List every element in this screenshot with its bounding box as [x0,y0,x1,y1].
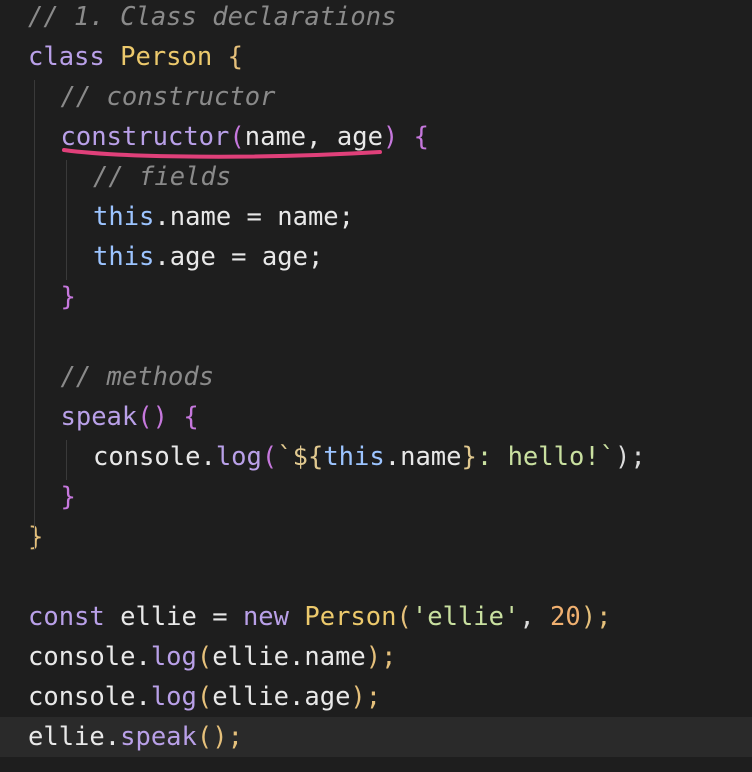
code-token: // constructor [60,82,276,112]
code-token: ellie. [28,722,121,752]
code-token: } [60,482,76,512]
code-token: // methods [60,362,215,392]
code-token: // fields [93,162,232,192]
code-token: .name = name; [154,202,355,232]
indent-guide [34,80,35,550]
code-token: speak [120,722,197,752]
code-token: const [28,602,121,632]
code-token: 20 [550,602,581,632]
code-line[interactable]: const ellie = new Person('ellie', 20); [0,597,752,637]
code-line-text: // methods [61,357,215,397]
code-token: Person [304,602,397,632]
code-token: .name [384,442,462,472]
code-token: (); [196,722,243,752]
code-token: } [461,442,477,472]
code-line[interactable]: class Person { [0,37,752,77]
code-token: class [28,42,121,72]
code-token: // 1. Class declarations [28,2,397,32]
code-token: log [150,682,197,712]
code-line[interactable]: // methods [0,357,752,397]
code-line-text: } [61,477,76,517]
code-editor[interactable]: ellie.speak(); console.log(ellie.age); con… [0,0,752,772]
code-line-text: const ellie = new Person('ellie', 20); [28,597,611,637]
code-line[interactable]: console.log(ellie.name); [0,637,752,677]
code-token: console. [28,642,151,672]
code-token: ellie.name [212,642,366,672]
code-line[interactable]: ellie.speak(); [0,717,752,757]
code-line[interactable]: console.log(`${this.name}: hello!`); [0,437,752,477]
code-token: ellie.age [212,682,351,712]
code-line[interactable]: console.log(ellie.age); [0,677,752,717]
indent-guide [66,440,67,480]
code-token: ellie = [120,602,243,632]
code-line[interactable]: } [0,477,752,517]
code-line-text: // fields [93,157,231,197]
code-token: ); [350,682,382,712]
code-token: console. [28,682,151,712]
code-token: ); [615,442,646,472]
code-line-text: console.log(ellie.name); [28,637,397,677]
code-line[interactable]: } [0,277,752,317]
code-line-text: } [61,277,76,317]
code-token: .age = age; [154,242,324,272]
code-token: () [137,402,168,432]
code-token: log [150,642,197,672]
code-line-text: // 1. Class declarations [28,0,396,37]
code-line[interactable]: this.name = name; [0,197,752,237]
code-token: this [93,202,155,232]
code-line-text: // constructor [61,77,276,117]
code-line-text: class Person { [28,37,243,77]
code-line[interactable] [0,557,752,597]
code-token: Person [120,42,213,72]
code-line-text: } [28,517,43,557]
code-token: , [519,602,551,632]
code-line-text: speak() { [61,397,199,437]
code-line[interactable]: this.age = age; [0,237,752,277]
code-line[interactable]: // fields [0,157,752,197]
code-token: 'ellie' [411,602,520,632]
code-token: ) [382,122,399,152]
underline-annotation [62,148,382,159]
code-token: { [398,122,429,152]
code-token: ( [396,602,412,632]
code-line[interactable]: // 1. Class declarations [0,0,752,37]
code-token: } [28,522,44,552]
code-token: log [215,442,262,472]
code-token: `${ [277,442,324,472]
code-token: ); [365,642,397,672]
code-line[interactable]: } [0,517,752,557]
code-token: this [323,442,385,472]
code-line[interactable]: // constructor [0,77,752,117]
code-token: { [167,402,199,432]
indent-guide [66,160,67,280]
code-token: new [242,602,305,632]
code-token: { [212,42,243,72]
code-line[interactable] [0,317,752,357]
code-line-text: console.log(`${this.name}: hello!`); [93,437,646,477]
code-token: : hello!` [476,442,616,472]
code-token: speak [60,402,138,432]
code-line-text: this.name = name; [93,197,354,237]
code-line-text: console.log(ellie.age); [28,677,381,717]
code-token: this [93,242,155,272]
code-token: ( [196,682,213,712]
code-token: ( [196,642,213,672]
code-line-text: ellie.speak(); [28,717,243,757]
code-token: } [60,282,76,312]
code-token: ); [580,602,612,632]
code-token: console. [93,442,216,472]
code-token: ( [261,442,278,472]
code-line-text: this.age = age; [93,237,323,277]
code-line[interactable]: speak() { [0,397,752,437]
